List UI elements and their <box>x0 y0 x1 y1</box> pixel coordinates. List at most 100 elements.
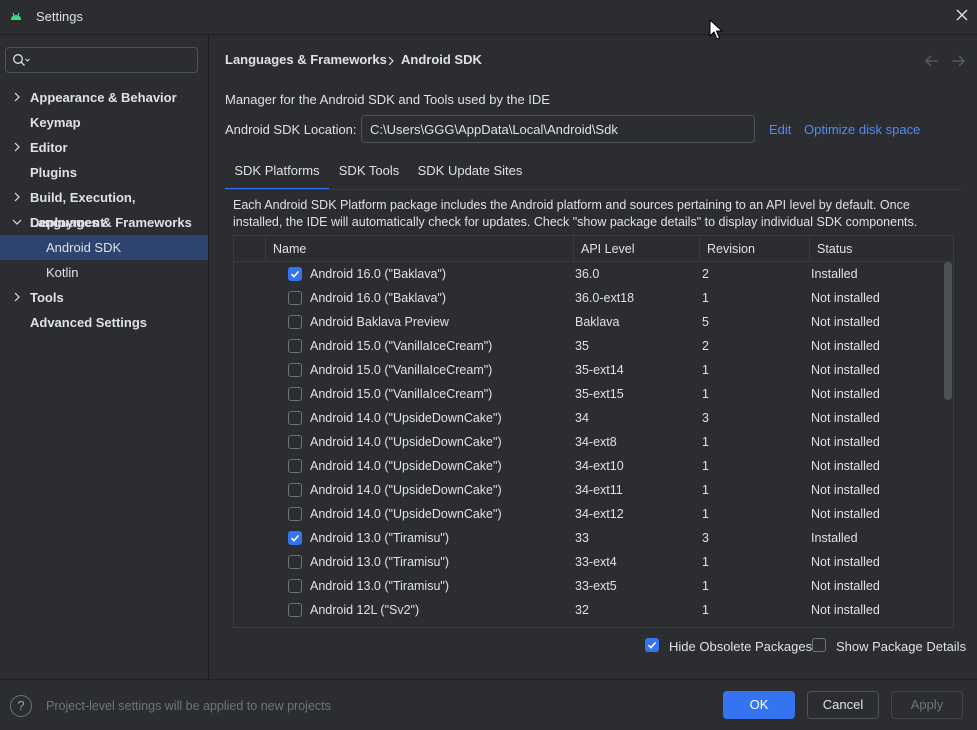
sidebar-item-editor[interactable]: Editor <box>0 135 208 160</box>
table-scrollbar[interactable] <box>944 262 952 400</box>
hide-obsolete-checkbox[interactable] <box>645 638 659 652</box>
table-row[interactable]: Android 15.0 ("VanillaIceCream") 35-ext15… <box>234 382 944 406</box>
table-row[interactable]: Android 14.0 ("UpsideDownCake") 34-ext8 1 N… <box>234 430 944 454</box>
row-checkbox[interactable] <box>288 267 302 281</box>
hide-obsolete-label[interactable]: Hide Obsolete Packages <box>669 639 812 654</box>
footer-divider <box>0 679 977 680</box>
chevron-right-icon[interactable] <box>11 85 23 110</box>
table-row[interactable]: Android 14.0 ("UpsideDownCake") 34-ext11 1… <box>234 478 944 502</box>
chevron-right-icon[interactable] <box>11 185 23 210</box>
cell-revision: 2 <box>702 339 709 353</box>
table-row[interactable]: Android Baklava Preview Baklava 5 Not insta… <box>234 310 944 334</box>
cell-revision: 1 <box>702 387 709 401</box>
sidebar-item-label: Advanced Settings <box>30 315 148 330</box>
table-row[interactable]: Android 14.0 ("UpsideDownCake") 34 3 Not in… <box>234 406 944 430</box>
optimize-disk-space-link[interactable]: Optimize disk space <box>804 122 920 137</box>
apply-button[interactable]: Apply <box>891 691 963 719</box>
column-header-name[interactable]: Name <box>265 236 573 261</box>
arrow-left-icon[interactable] <box>924 54 940 68</box>
ok-button[interactable]: OK <box>723 691 795 719</box>
close-icon[interactable] <box>954 7 970 23</box>
row-checkbox[interactable] <box>288 435 302 449</box>
show-package-details-label[interactable]: Show Package Details <box>836 639 966 654</box>
cell-status: Not installed <box>811 315 880 329</box>
cell-name: Android 15.0 ("VanillaIceCream") <box>310 339 493 353</box>
cell-revision: 3 <box>702 411 709 425</box>
row-checkbox[interactable] <box>288 387 302 401</box>
sidebar-item-label: Appearance & Behavior <box>30 90 177 105</box>
table-row[interactable]: Android 14.0 ("UpsideDownCake") 34-ext10 1… <box>234 454 944 478</box>
column-header-revision[interactable]: Revision <box>699 236 809 261</box>
row-checkbox[interactable] <box>288 507 302 521</box>
table-row[interactable]: Android 15.0 ("VanillaIceCream") 35 2 Not i… <box>234 334 944 358</box>
cell-name: Android 14.0 ("UpsideDownCake") <box>310 459 502 473</box>
row-checkbox[interactable] <box>288 579 302 593</box>
table-row[interactable]: Android 14.0 ("UpsideDownCake") 34-ext12 1… <box>234 502 944 526</box>
tab-divider <box>225 189 962 190</box>
sidebar-item-keymap[interactable]: Keymap <box>0 110 208 135</box>
sidebar-item-appearance-behavior[interactable]: Appearance & Behavior <box>0 85 208 110</box>
row-checkbox[interactable] <box>288 483 302 497</box>
tab-sdk-platforms[interactable]: SDK Platforms <box>225 156 329 190</box>
cell-revision: 1 <box>702 459 709 473</box>
cell-status: Not installed <box>811 459 880 473</box>
sidebar-item-android-sdk[interactable]: Android SDK <box>0 235 208 260</box>
cell-name: Android 14.0 ("UpsideDownCake") <box>310 411 502 425</box>
table-row[interactable]: Android 16.0 ("Baklava") 36.0 2 Installed <box>234 262 944 286</box>
row-checkbox[interactable] <box>288 603 302 617</box>
sidebar-item-tools[interactable]: Tools <box>0 285 208 310</box>
arrow-right-icon[interactable] <box>950 54 966 68</box>
cell-revision: 2 <box>702 267 709 281</box>
cell-api-level: 35-ext14 <box>575 363 624 377</box>
chevron-down-icon[interactable] <box>11 210 23 235</box>
help-icon[interactable]: ? <box>10 695 32 717</box>
row-checkbox[interactable] <box>288 459 302 473</box>
cell-status: Not installed <box>811 291 880 305</box>
mouse-cursor-icon <box>709 19 723 40</box>
cell-api-level: 35 <box>575 339 589 353</box>
sdk-location-field[interactable]: C:\Users\GGG\AppData\Local\Android\Sdk <box>361 115 755 143</box>
edit-link[interactable]: Edit <box>769 122 791 137</box>
cell-status: Not installed <box>811 411 880 425</box>
table-row[interactable]: Android 16.0 ("Baklava") 36.0-ext18 1 Not i… <box>234 286 944 310</box>
table-row[interactable]: Android 15.0 ("VanillaIceCream") 35-ext14… <box>234 358 944 382</box>
column-header-api-level[interactable]: API Level <box>573 236 699 261</box>
cell-status: Not installed <box>811 579 880 593</box>
table-row[interactable]: Android 13.0 ("Tiramisu") 33 3 Installed <box>234 526 944 550</box>
sidebar-item-plugins[interactable]: Plugins <box>0 160 208 185</box>
cell-api-level: 35-ext15 <box>575 387 624 401</box>
chevron-right-icon[interactable] <box>11 135 23 160</box>
chevron-right-icon[interactable] <box>11 285 23 310</box>
sidebar-item-languages-frameworks[interactable]: Languages & Frameworks <box>0 210 208 235</box>
table-row[interactable]: Android 13.0 ("Tiramisu") 33-ext4 1 Not ins… <box>234 550 944 574</box>
sidebar-item-kotlin[interactable]: Kotlin <box>0 260 208 285</box>
search-input[interactable] <box>40 50 194 72</box>
tab-sdk-tools[interactable]: SDK Tools <box>333 156 405 190</box>
platform-info-text: Each Android SDK Platform package includ… <box>233 198 918 229</box>
row-checkbox[interactable] <box>288 531 302 545</box>
row-checkbox[interactable] <box>288 411 302 425</box>
row-checkbox[interactable] <box>288 291 302 305</box>
row-checkbox[interactable] <box>288 339 302 353</box>
cell-revision: 1 <box>702 555 709 569</box>
cell-name: Android 16.0 ("Baklava") <box>310 267 447 281</box>
table-row[interactable]: Android 13.0 ("Tiramisu") 33-ext5 1 Not ins… <box>234 574 944 598</box>
cell-api-level: 36.0 <box>575 267 600 281</box>
row-checkbox[interactable] <box>288 555 302 569</box>
table-row[interactable]: Android 12L ("Sv2") 32 1 Not installed <box>234 598 944 622</box>
table-header: Name API Level Revision Status <box>234 236 953 262</box>
breadcrumb-parent[interactable]: Languages & Frameworks <box>225 52 387 67</box>
cell-revision: 1 <box>702 507 709 521</box>
sidebar-item-advanced-settings[interactable]: Advanced Settings <box>0 310 208 335</box>
row-checkbox[interactable] <box>288 363 302 377</box>
cell-name: Android 15.0 ("VanillaIceCream") <box>310 363 493 377</box>
column-header-status[interactable]: Status <box>809 236 953 261</box>
sidebar-item-label: Kotlin <box>46 265 79 280</box>
tab-sdk-update-sites[interactable]: SDK Update Sites <box>414 156 526 190</box>
breadcrumb-separator-icon <box>388 56 394 66</box>
sidebar-item-label: Keymap <box>30 115 81 130</box>
show-package-details-checkbox[interactable] <box>812 638 826 652</box>
cancel-button[interactable]: Cancel <box>807 691 879 719</box>
sidebar-item-build-execution-deployment[interactable]: Build, Execution, Deployment <box>0 185 208 230</box>
row-checkbox[interactable] <box>288 315 302 329</box>
